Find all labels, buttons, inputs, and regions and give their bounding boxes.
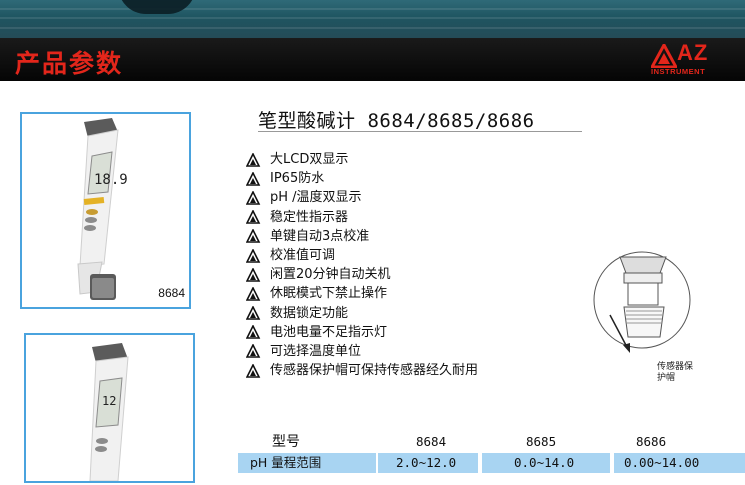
feature-item: 稳定性指示器: [246, 208, 478, 227]
spec-header-label: 型号: [272, 434, 300, 450]
az-bullet-icon: [246, 325, 261, 340]
sensor-caption: 传感器保护帽: [657, 362, 694, 383]
svg-text:18.9: 18.9: [94, 172, 128, 188]
banner-photo: [0, 0, 745, 38]
spec-cell: 0.00~14.00: [624, 455, 700, 470]
feature-text: 校准值可调: [270, 248, 336, 264]
product-photo-8684: 18.9 8684: [20, 112, 191, 309]
az-bullet-icon: [246, 190, 261, 205]
water-ripple: [0, 27, 745, 29]
feature-text: 数据锁定功能: [270, 305, 349, 321]
spec-cell: 0.0~14.0: [514, 455, 575, 470]
feature-item: 闲置20分钟自动关机: [246, 265, 478, 284]
feature-item: 校准值可调: [246, 246, 478, 265]
feature-item: 可选择温度单位: [246, 342, 478, 361]
logo-subtitle: INSTRUMENT: [651, 67, 706, 76]
az-bullet-icon: [246, 363, 261, 378]
az-bullet-icon: [246, 267, 261, 282]
feature-text: 休眠模式下禁止操作: [270, 286, 388, 302]
feature-text: 传感器保护帽可保持传感器经久耐用: [270, 363, 479, 379]
feature-text: 大LCD双显示: [270, 152, 349, 168]
product-title: 笔型酸碱计 8684/8685/8686: [258, 110, 535, 132]
az-bullet-icon: [246, 306, 261, 320]
feature-text: pH /温度双显示: [270, 190, 362, 206]
product-photo-8685: 12: [24, 333, 195, 483]
feature-text: 可选择温度单位: [270, 343, 362, 359]
water-ripple: [0, 8, 745, 10]
svg-text:12: 12: [102, 394, 116, 408]
feature-item: IP65防水: [246, 169, 478, 188]
ph-pen-illustration: 12: [89, 343, 129, 482]
feature-text: 稳定性指示器: [270, 209, 349, 225]
spec-cell: 2.0~12.0: [396, 455, 457, 470]
feature-item: 大LCD双显示: [246, 150, 478, 169]
az-bullet-icon: [246, 344, 261, 359]
feature-text: IP65防水: [270, 171, 325, 187]
logo-brand: AZ: [677, 40, 709, 65]
water-ripple: [0, 17, 745, 19]
az-bullet-icon: [246, 248, 261, 263]
feature-item: 单键自动3点校准: [246, 227, 478, 246]
feature-item: 电池电量不足指示灯: [246, 323, 478, 342]
spec-table-row: pH 量程范围 2.0~12.0 0.0~14.0 0.00~14.00: [238, 453, 745, 473]
az-bullet-icon: [246, 210, 261, 224]
az-bullet-icon: [246, 152, 261, 167]
az-bullet-icon: [246, 286, 261, 301]
feature-list: 大LCD双显示 IP65防水 pH /温度双显示 稳定性指示器单键自动3点校准 校准值可…: [246, 150, 478, 380]
sensor-cap-photo: [118, 0, 196, 14]
feature-item: 休眠模式下禁止操作: [246, 284, 478, 303]
spec-table-header: 型号 8684 8685 8686: [238, 432, 745, 452]
feature-text: 闲置20分钟自动关机: [270, 267, 391, 283]
model-label: 8684: [158, 286, 185, 300]
az-logo: AZ INSTRUMENT: [651, 40, 735, 78]
feature-item: 数据锁定功能: [246, 304, 478, 323]
title-underline: [258, 131, 582, 132]
spec-header-model: 8684: [416, 434, 447, 449]
ph-pen-illustration: 18.9: [77, 118, 128, 300]
spec-header-model: 8686: [636, 434, 667, 449]
feature-item: 传感器保护帽可保持传感器经久耐用: [246, 361, 478, 380]
feature-text: 单键自动3点校准: [270, 228, 370, 244]
az-bullet-icon: [246, 229, 261, 244]
az-bullet-icon: [246, 171, 261, 186]
spec-row-label: pH 量程范围: [250, 455, 322, 470]
feature-text: 电池电量不足指示灯: [270, 324, 388, 340]
section-title: 产品参数: [15, 49, 124, 78]
logo-triangle-icon: [651, 44, 677, 68]
section-header: 产品参数 AZ INSTRUMENT: [0, 38, 745, 81]
feature-item: pH /温度双显示: [246, 188, 478, 207]
spec-header-model: 8685: [526, 434, 557, 449]
